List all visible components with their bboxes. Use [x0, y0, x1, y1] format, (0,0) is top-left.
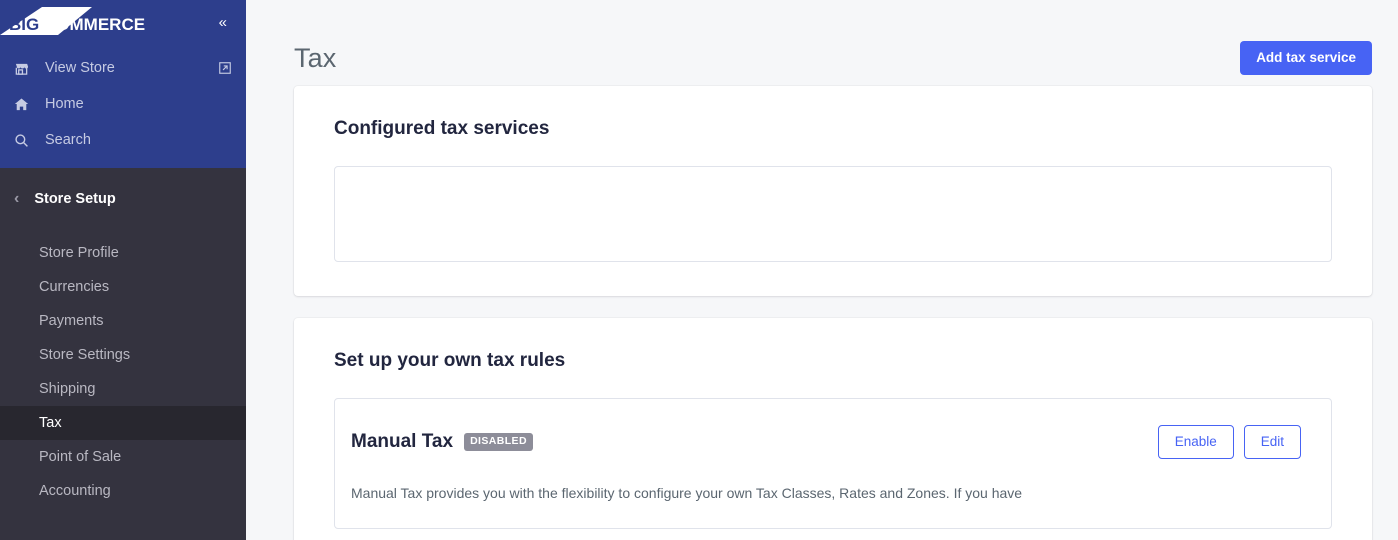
sidebar-section-store-setup[interactable]: ‹ Store Setup	[0, 168, 246, 230]
manual-tax-name: Manual Tax	[351, 430, 454, 452]
app-root: BIG COMMERCE « View Store Home Search ‹ …	[0, 0, 1398, 540]
sidebar-item-payments[interactable]: Payments	[0, 304, 246, 338]
configured-tax-services-title: Configured tax services	[334, 118, 550, 139]
status-badge: DISABLED	[464, 432, 533, 451]
sidebar-item-shipping[interactable]: Shipping	[0, 372, 246, 406]
configured-tax-services-empty-box	[334, 166, 1332, 262]
enable-button[interactable]: Enable	[1157, 425, 1234, 459]
sidebar-item-currencies[interactable]: Currencies	[0, 270, 246, 304]
sidebar-primary-nav: View Store Home Search	[0, 44, 246, 168]
manual-tax-panel: Manual Tax DISABLED Enable Edit Manual T…	[334, 398, 1332, 530]
configured-tax-services-card: Configured tax services	[294, 86, 1372, 296]
brand-row: BIG COMMERCE «	[0, 0, 246, 44]
svg-text:COMMERCE: COMMERCE	[44, 15, 145, 34]
sidebar-item-home[interactable]: Home	[0, 86, 246, 122]
own-tax-rules-title: Set up your own tax rules	[334, 350, 566, 371]
configured-tax-services-body: Configured tax services	[294, 86, 1372, 296]
chevron-left-icon[interactable]: ‹	[14, 191, 19, 207]
own-tax-rules-body: Set up your own tax rules Manual Tax DIS…	[294, 318, 1372, 540]
sidebar-section-title: Store Setup	[34, 191, 116, 207]
sidebar: BIG COMMERCE « View Store Home Search ‹ …	[0, 0, 246, 540]
search-icon	[14, 133, 36, 148]
sidebar-item-label: View Store	[45, 60, 115, 76]
edit-button[interactable]: Edit	[1243, 425, 1301, 459]
own-tax-rules-card: Set up your own tax rules Manual Tax DIS…	[294, 318, 1372, 540]
sidebar-item-point-of-sale[interactable]: Point of Sale	[0, 440, 246, 474]
sidebar-item-tax[interactable]: Tax	[0, 406, 246, 440]
sidebar-secondary-nav: Store Profile Currencies Payments Store …	[0, 230, 246, 508]
add-tax-service-button[interactable]: Add tax service	[1240, 41, 1372, 75]
manual-tax-actions: Enable Edit	[1157, 425, 1301, 459]
main-content: Tax Add tax service Configured tax servi…	[246, 0, 1398, 540]
sidebar-item-store-profile[interactable]: Store Profile	[0, 236, 246, 270]
store-icon	[14, 61, 36, 76]
sidebar-item-view-store[interactable]: View Store	[0, 50, 246, 86]
home-icon	[14, 97, 36, 112]
bigcommerce-logo[interactable]: BIG COMMERCE	[0, 7, 180, 37]
page-header: Tax Add tax service	[246, 0, 1398, 86]
external-link-icon[interactable]	[218, 61, 232, 75]
sidebar-top-section: BIG COMMERCE « View Store Home Search	[0, 0, 246, 168]
sidebar-item-accounting[interactable]: Accounting	[0, 474, 246, 508]
page-title: Tax	[294, 42, 337, 73]
collapse-sidebar-icon[interactable]: «	[213, 11, 232, 34]
sidebar-item-label: Home	[45, 96, 84, 112]
sidebar-item-label: Search	[45, 132, 91, 148]
manual-tax-header: Manual Tax DISABLED Enable Edit	[351, 425, 1301, 459]
svg-text:BIG: BIG	[9, 15, 39, 34]
sidebar-item-search[interactable]: Search	[0, 122, 246, 158]
manual-tax-description: Manual Tax provides you with the flexibi…	[351, 484, 1023, 501]
sidebar-item-store-settings[interactable]: Store Settings	[0, 338, 246, 372]
